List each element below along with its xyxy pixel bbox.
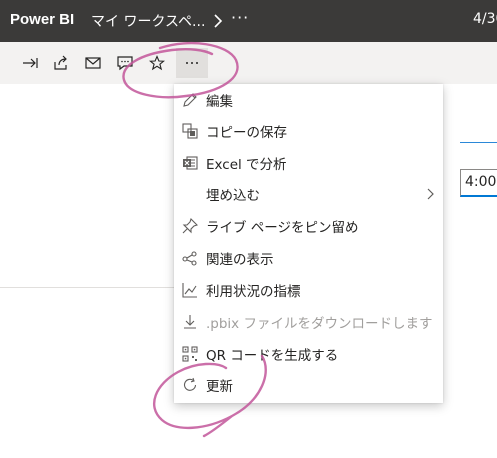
menu-item-edit[interactable]: 編集 (174, 84, 443, 116)
refresh-icon (182, 377, 198, 393)
chevron-right-icon (211, 12, 225, 30)
mail-icon (85, 57, 101, 69)
chevron-right-icon (425, 187, 435, 201)
star-icon (149, 55, 165, 71)
menu-item-label: 更新 (206, 379, 233, 395)
expand-button[interactable] (14, 48, 46, 78)
menu-item-embed[interactable]: 埋め込む (174, 178, 443, 210)
menu-item-label: 関連の表示 (206, 252, 274, 268)
menu-item-view-lineage[interactable]: 関連の表示 (174, 242, 443, 274)
header-date: 4/30 (473, 11, 497, 27)
menu-item-save-copy[interactable]: コピーの保存 (174, 115, 443, 147)
more-options-menu: 編集 コピーの保存 Excel で分析 埋め込む ライブ ページをピン留め 関連… (174, 84, 443, 403)
menu-item-download-pbix: .pbix ファイルをダウンロードします (174, 306, 443, 338)
download-icon (182, 314, 198, 330)
favorite-button[interactable] (141, 48, 173, 78)
pencil-icon (182, 92, 198, 108)
copy-icon (182, 123, 198, 139)
more-options-button[interactable] (176, 48, 208, 78)
menu-item-label: コピーの保存 (206, 125, 287, 141)
app-header: Power BI マイ ワークスペ... ··· 4/30 (0, 0, 497, 42)
menu-item-pin-live-page[interactable]: ライブ ページをピン留め (174, 210, 443, 242)
share-button[interactable] (45, 48, 77, 78)
time-field[interactable]: 4:00 (460, 169, 497, 197)
divider (460, 142, 497, 143)
menu-item-label: 編集 (206, 94, 233, 110)
menu-item-refresh[interactable]: 更新 (174, 369, 443, 401)
subscribe-button[interactable] (77, 48, 109, 78)
menu-item-label: Excel で分析 (206, 157, 287, 173)
menu-item-generate-qr[interactable]: QR コードを生成する (174, 338, 443, 370)
lineage-icon (182, 250, 198, 266)
qr-icon (182, 346, 198, 362)
breadcrumb-more-button[interactable]: ··· (231, 8, 249, 27)
comment-icon (117, 56, 133, 71)
share-icon (54, 55, 67, 70)
expand-icon (23, 58, 38, 68)
menu-item-label: 埋め込む (206, 188, 260, 204)
breadcrumb-workspace[interactable]: マイ ワークスペ... (91, 11, 205, 31)
app-brand[interactable]: Power BI (10, 11, 74, 28)
pin-icon (182, 218, 198, 234)
divider (0, 287, 175, 288)
comment-button[interactable] (109, 48, 141, 78)
more-icon (186, 62, 198, 64)
excel-icon (182, 155, 198, 171)
metrics-icon (182, 282, 198, 298)
menu-item-label: .pbix ファイルをダウンロードします (206, 316, 433, 332)
action-toolbar (0, 42, 497, 84)
menu-item-label: QR コードを生成する (206, 348, 339, 364)
menu-item-label: 利用状況の指標 (206, 284, 301, 300)
menu-item-analyze-excel[interactable]: Excel で分析 (174, 147, 443, 179)
menu-item-label: ライブ ページをピン留め (206, 220, 359, 236)
menu-item-usage-metrics[interactable]: 利用状況の指標 (174, 274, 443, 306)
